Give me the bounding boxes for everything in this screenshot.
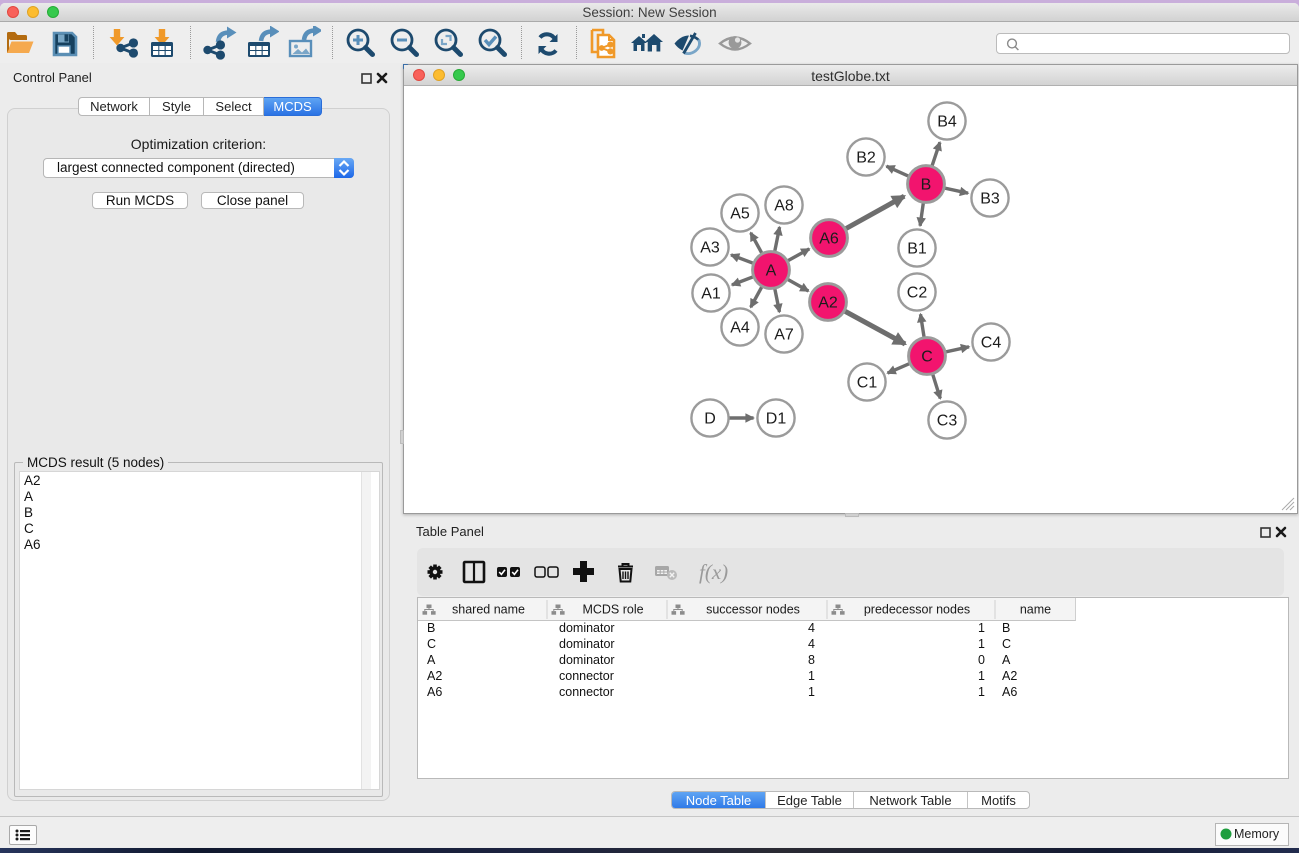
svg-text:A8: A8 [774,198,794,215]
svg-text:B: B [921,177,932,194]
svg-text:shared name: shared name [452,603,525,617]
svg-text:C4: C4 [981,335,1002,352]
svg-text:f(x): f(x) [699,560,728,584]
svg-text:D1: D1 [766,411,787,428]
svg-text:successor nodes: successor nodes [706,603,800,617]
svg-text:A: A [766,263,777,280]
svg-text:A7: A7 [774,327,794,344]
svg-text:C1: C1 [857,375,878,392]
svg-text:A3: A3 [700,240,720,257]
svg-text:B1: B1 [907,241,927,258]
svg-text:D: D [704,411,716,428]
svg-text:C2: C2 [907,285,928,302]
svg-text:C3: C3 [937,413,958,430]
svg-text:A2: A2 [818,295,838,312]
svg-text:name: name [1020,603,1051,617]
svg-text:B4: B4 [937,114,957,131]
svg-text:A4: A4 [730,320,750,337]
svg-text:C: C [921,349,933,366]
svg-text:MCDS role: MCDS role [582,603,643,617]
svg-text:A5: A5 [730,206,750,223]
svg-text:predecessor nodes: predecessor nodes [864,603,970,617]
svg-text:B3: B3 [980,191,1000,208]
svg-text:A6: A6 [819,231,839,248]
svg-text:A1: A1 [701,286,721,303]
svg-text:B2: B2 [856,150,876,167]
